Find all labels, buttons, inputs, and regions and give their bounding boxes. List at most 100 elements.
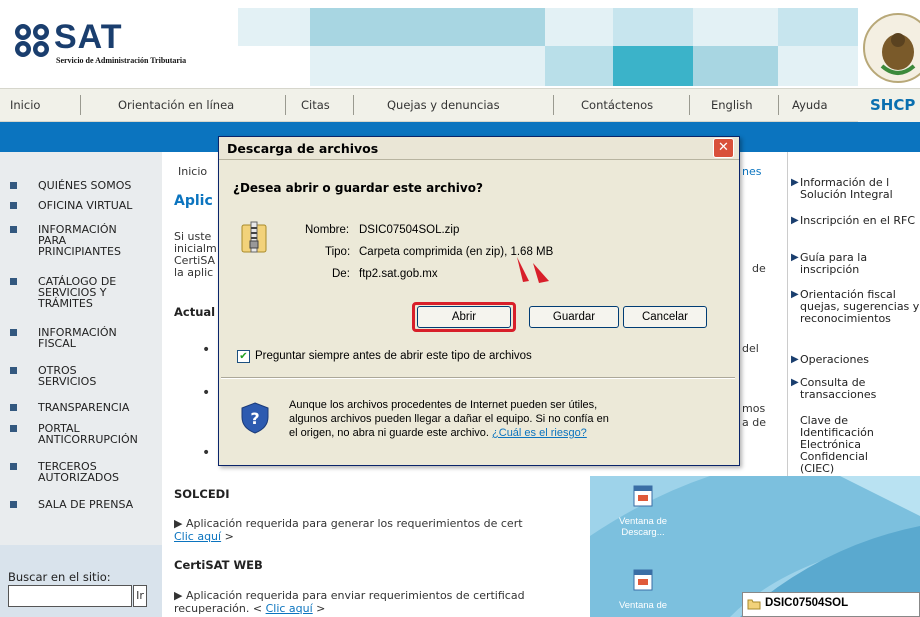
warning-line: Aunque los archivos procedentes de Inter… <box>289 399 598 411</box>
certisat-link[interactable]: Clic aquí <box>266 602 313 615</box>
security-shield-icon: ? <box>241 402 269 434</box>
svg-text:?: ? <box>250 409 259 428</box>
header-decor-block <box>613 46 693 86</box>
site-header: SAT Servicio de Administración Tributari… <box>0 0 920 88</box>
left-menu-item-anticorrupcion[interactable]: PORTAL ANTICORRUPCIÓN <box>10 423 160 445</box>
always-ask-checkbox[interactable]: ✔ <box>237 350 250 363</box>
arrow-right-icon: ▶ <box>791 354 799 365</box>
right-link-operaciones[interactable]: ▶ Operaciones <box>791 354 920 366</box>
cancel-button[interactable]: Cancelar <box>623 306 707 328</box>
always-ask-label[interactable]: Preguntar siempre antes de abrir este ti… <box>255 350 532 362</box>
desktop-icon-label[interactable]: Ventana de <box>608 600 678 611</box>
nav-separator <box>778 95 779 115</box>
solcedi-heading: SOLCEDI <box>174 487 230 501</box>
left-menu-item-informacion-fiscal[interactable]: INFORMACIÓN FISCAL <box>10 327 160 349</box>
bullet-square-icon <box>10 367 17 374</box>
breadcrumb-tail: nes <box>742 165 762 178</box>
search-go-button[interactable]: Ir <box>133 585 147 607</box>
left-menu-item-quienes-somos[interactable]: QUIÉNES SOMOS <box>10 180 160 191</box>
nav-item-english[interactable]: English <box>711 98 753 112</box>
bullet-square-icon <box>10 182 17 189</box>
file-type-label: Tipo: <box>325 246 351 258</box>
right-link-inscripcion-rfc[interactable]: ▶ Inscripción en el RFC <box>791 215 920 227</box>
nav-item-inicio[interactable]: Inicio <box>10 98 40 112</box>
right-link-orientacion-fiscal[interactable]: ▶ Orientación fiscal quejas, sugerencias … <box>791 289 920 325</box>
left-menu-item-oficina-virtual[interactable]: OFICINA VIRTUAL <box>10 200 160 211</box>
bullet-square-icon <box>10 278 17 285</box>
risk-info-link[interactable]: ¿Cuál es el riesgo? <box>492 427 587 439</box>
header-decor-block <box>310 46 545 86</box>
right-link-consulta-transacciones[interactable]: ▶ Consulta de transacciones <box>791 377 920 401</box>
header-decor-block <box>310 8 545 46</box>
bullet-square-icon <box>10 501 17 508</box>
solcedi-link-row: Clic aquí > <box>174 530 234 543</box>
header-decor-block <box>613 8 693 46</box>
sat-logo[interactable]: SAT Servicio de Administración Tributari… <box>14 18 239 70</box>
search-input[interactable] <box>8 585 132 607</box>
nav-item-contactenos[interactable]: Contáctenos <box>581 98 653 112</box>
header-decor-block <box>693 8 778 46</box>
intro-line: la aplic <box>174 266 214 279</box>
nav-item-orientacion[interactable]: Orientación en línea <box>118 98 234 112</box>
right-link-ciec[interactable]: ▶Clave de Identificación Electrónica Con… <box>800 415 920 477</box>
nav-separator <box>80 95 81 115</box>
top-navigation: Inicio Orientación en línea Citas Quejas… <box>0 88 920 122</box>
right-link-guia-inscripcion[interactable]: ▶ Guía para la inscripción <box>791 252 920 276</box>
save-button[interactable]: Guardar <box>529 306 619 328</box>
file-name-value: DSIC07504SOL.zip <box>359 224 460 236</box>
nav-item-ayuda[interactable]: Ayuda <box>792 98 828 112</box>
certisat-heading: CertiSAT WEB <box>174 558 263 572</box>
dialog-close-button[interactable]: ✕ <box>713 138 734 158</box>
red-pointer-arrow-icon <box>517 257 549 283</box>
warning-line: algunos archivos pueden llegar a dañar e… <box>289 413 609 425</box>
solcedi-description: ▶ Aplicación requerida para generar los … <box>174 517 523 530</box>
taskbar-window-label: DSIC07504SOL <box>765 597 849 609</box>
folder-icon <box>747 599 761 610</box>
zip-folder-icon <box>241 221 267 253</box>
header-decor-block <box>238 8 310 46</box>
dialog-title: Descarga de archivos <box>227 141 379 156</box>
desktop-icon-label[interactable]: Ventana de Descarg... <box>608 516 678 538</box>
warning-line-with-link: el origen, no abra ni guarde este archiv… <box>289 427 587 439</box>
solcedi-link[interactable]: Clic aquí <box>174 530 221 543</box>
shcp-link[interactable]: SHCP <box>858 89 920 122</box>
download-window-icon[interactable] <box>632 484 654 508</box>
bullet-square-icon <box>10 202 17 209</box>
certisat-description: ▶ Aplicación requerida para enviar reque… <box>174 589 525 602</box>
left-menu-item-sala-prensa[interactable]: SALA DE PRENSA <box>10 499 160 510</box>
arrow-right-icon: ▶ <box>791 215 799 226</box>
left-menu-item-terceros[interactable]: TERCEROS AUTORIZADOS <box>10 461 160 483</box>
page-title: Aplic <box>174 193 213 209</box>
file-source-value: ftp2.sat.gob.mx <box>359 268 438 280</box>
sat-logo-icon <box>15 24 49 57</box>
left-menu-item-catalogo[interactable]: CATÁLOGO DE SERVICIOS Y TRÁMITES <box>10 276 160 309</box>
bullet-square-icon <box>10 329 17 336</box>
bullet-dot: • <box>202 385 211 401</box>
file-name-label: Nombre: <box>305 224 350 236</box>
nav-item-quejas[interactable]: Quejas y denuncias <box>387 98 500 112</box>
download-window-icon[interactable] <box>632 568 654 592</box>
sat-logo-subtitle: Servicio de Administración Tributaria <box>56 56 187 65</box>
breadcrumb[interactable]: Inicio <box>178 165 207 178</box>
search-label: Buscar en el sitio: <box>8 570 111 584</box>
right-link-solucion-integral[interactable]: ▶ Información de l Solución Integral <box>791 177 920 201</box>
open-button[interactable]: Abrir <box>417 306 511 328</box>
nav-separator <box>553 95 554 115</box>
left-menu-item-otros-servicios[interactable]: OTROS SERVICIOS <box>10 365 160 387</box>
sat-logo-text: SAT <box>54 18 123 56</box>
left-menu-item-principiantes[interactable]: INFORMACIÓN PARA PRINCIPIANTES <box>10 224 160 257</box>
left-menu-item-transparencia[interactable]: TRANSPARENCIA <box>10 402 160 413</box>
bullet-square-icon <box>10 463 17 470</box>
bullet-square-icon <box>10 226 17 233</box>
dialog-title-bar[interactable]: Descarga de archivos <box>219 137 739 160</box>
bullet-dot: • <box>202 342 211 358</box>
bullet-square-icon <box>10 404 17 411</box>
bullet-square-icon <box>10 425 17 432</box>
nav-item-citas[interactable]: Citas <box>301 98 330 112</box>
file-source-label: De: <box>332 268 350 280</box>
content-fragment: a de <box>742 416 766 429</box>
file-download-dialog: Descarga de archivos ✕ ¿Desea abrir o gu… <box>218 136 740 466</box>
header-decor-block <box>778 46 858 86</box>
nav-separator <box>689 95 690 115</box>
taskbar-window-item[interactable]: DSIC07504SOL <box>742 592 920 617</box>
